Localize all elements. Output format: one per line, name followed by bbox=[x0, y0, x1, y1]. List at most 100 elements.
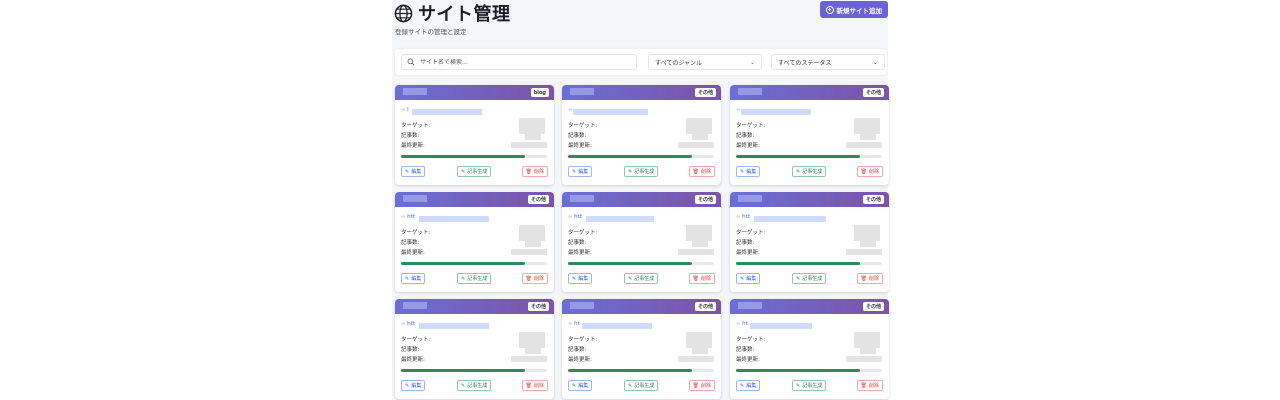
progress-bar bbox=[736, 369, 882, 372]
delete-button[interactable]: 🗑 削除 bbox=[856, 166, 883, 177]
last-updated-label: 最終更新: bbox=[568, 143, 592, 149]
generate-button-label: 記事生成 bbox=[467, 169, 488, 175]
edit-button[interactable]: ✎ 編集 bbox=[568, 273, 593, 284]
search-input[interactable] bbox=[420, 58, 620, 66]
delete-button[interactable]: 🗑 削除 bbox=[856, 273, 883, 284]
articles-label: 記事数: bbox=[401, 133, 420, 139]
delete-button[interactable]: 🗑 削除 bbox=[521, 380, 548, 391]
site-url[interactable]: ∞ htt bbox=[401, 321, 415, 327]
pencil-icon: ✎ bbox=[461, 168, 466, 175]
site-card: その他 ∞ ターゲット: 記事数: 最終更新: ✎ 編集 ✎ 記事生成 🗑 削除 bbox=[730, 85, 889, 185]
delete-button[interactable]: 🗑 削除 bbox=[521, 273, 548, 284]
site-url[interactable]: ∞ htt bbox=[736, 214, 750, 220]
target-label: ターゲット: bbox=[568, 337, 598, 343]
site-url-text: htt bbox=[407, 321, 415, 327]
articles-label: 記事数: bbox=[736, 240, 755, 246]
edit-button[interactable]: ✎ 編集 bbox=[736, 273, 761, 284]
articles-label: 記事数: bbox=[401, 240, 420, 246]
genre-select[interactable]: すべてのジャンル ⌄ bbox=[648, 54, 762, 70]
trash-icon: 🗑 bbox=[525, 275, 532, 282]
add-site-button[interactable]: 新規サイト追加 bbox=[819, 1, 888, 18]
edit-button[interactable]: ✎ 編集 bbox=[736, 380, 761, 391]
trash-icon: 🗑 bbox=[860, 275, 867, 282]
delete-button[interactable]: 🗑 削除 bbox=[688, 166, 715, 177]
site-card-header: その他 bbox=[562, 299, 721, 314]
progress-bar bbox=[568, 155, 714, 158]
delete-button[interactable]: 🗑 削除 bbox=[688, 273, 715, 284]
generate-button-label: 記事生成 bbox=[634, 169, 655, 175]
edit-button[interactable]: ✎ 編集 bbox=[568, 380, 593, 391]
site-name-redacted bbox=[570, 302, 594, 309]
edit-button-label: 編集 bbox=[578, 383, 589, 389]
target-label: ターゲット: bbox=[736, 230, 766, 236]
link-icon: ∞ bbox=[401, 214, 406, 220]
edit-button[interactable]: ✎ 編集 bbox=[401, 273, 426, 284]
progress-bar bbox=[736, 262, 882, 265]
site-card: その他 ∞ htt ターゲット: 記事数: 最終更新: ✎ 編集 ✎ 記事生成 bbox=[730, 192, 889, 292]
edit-button[interactable]: ✎ 編集 bbox=[568, 166, 593, 177]
pencil-icon: ✎ bbox=[461, 275, 466, 282]
link-icon: ∞ bbox=[736, 214, 741, 220]
delete-button-label: 削除 bbox=[533, 169, 544, 175]
site-card: その他 ∞ ht ターゲット: 記事数: 最終更新: ✎ 編集 ✎ 記事生成 🗑… bbox=[730, 299, 889, 399]
site-url[interactable]: ∞ ht bbox=[736, 321, 748, 327]
generate-article-button[interactable]: ✎ 記事生成 bbox=[624, 380, 659, 391]
link-icon: ∞ bbox=[568, 321, 573, 327]
status-select[interactable]: すべてのステータス ⌄ bbox=[771, 54, 885, 70]
articles-value-redacted bbox=[860, 345, 876, 354]
generate-article-button[interactable]: ✎ 記事生成 bbox=[457, 166, 492, 177]
site-name-redacted bbox=[738, 88, 762, 95]
genre-badge: その他 bbox=[527, 195, 549, 204]
generate-button-label: 記事生成 bbox=[802, 276, 823, 282]
articles-value-redacted bbox=[692, 345, 708, 354]
site-name-redacted bbox=[738, 195, 762, 202]
delete-button-label: 削除 bbox=[868, 169, 879, 175]
delete-button-label: 削除 bbox=[533, 276, 544, 282]
edit-button[interactable]: ✎ 編集 bbox=[401, 380, 426, 391]
delete-button[interactable]: 🗑 削除 bbox=[688, 380, 715, 391]
last-updated-value-redacted bbox=[846, 142, 882, 148]
site-url-text: ht bbox=[742, 321, 748, 327]
delete-button-label: 削除 bbox=[533, 383, 544, 389]
chevron-down-icon: ⌄ bbox=[749, 59, 755, 66]
trash-icon: 🗑 bbox=[525, 382, 532, 389]
delete-button-label: 削除 bbox=[868, 383, 879, 389]
last-updated-label: 最終更新: bbox=[401, 357, 425, 363]
delete-button[interactable]: 🗑 削除 bbox=[856, 380, 883, 391]
edit-button-label: 編集 bbox=[746, 276, 757, 282]
site-name-redacted bbox=[403, 302, 427, 309]
trash-icon: 🗑 bbox=[692, 382, 699, 389]
search-box[interactable] bbox=[401, 54, 637, 70]
generate-article-button[interactable]: ✎ 記事生成 bbox=[792, 273, 827, 284]
articles-value-redacted bbox=[860, 131, 876, 140]
generate-article-button[interactable]: ✎ 記事生成 bbox=[624, 273, 659, 284]
generate-article-button[interactable]: ✎ 記事生成 bbox=[624, 166, 659, 177]
articles-value-redacted bbox=[692, 131, 708, 140]
link-icon: ∞ bbox=[568, 214, 573, 220]
site-url[interactable]: ∞ ht bbox=[568, 321, 580, 327]
edit-button-label: 編集 bbox=[746, 169, 757, 175]
genre-badge: その他 bbox=[694, 88, 716, 97]
genre-select-value: すべてのジャンル bbox=[655, 59, 703, 67]
edit-button[interactable]: ✎ 編集 bbox=[736, 166, 761, 177]
last-updated-value-redacted bbox=[678, 356, 714, 362]
site-url[interactable]: ∞ l bbox=[401, 107, 409, 113]
generate-article-button[interactable]: ✎ 記事生成 bbox=[792, 380, 827, 391]
site-url[interactable]: ∞ htt bbox=[568, 214, 582, 220]
delete-button[interactable]: 🗑 削除 bbox=[521, 166, 548, 177]
generate-article-button[interactable]: ✎ 記事生成 bbox=[457, 273, 492, 284]
target-label: ターゲット: bbox=[568, 230, 598, 236]
site-url[interactable]: ∞ htt bbox=[401, 214, 415, 220]
pencil-icon: ✎ bbox=[740, 382, 745, 389]
link-icon: ∞ bbox=[736, 107, 741, 113]
articles-value-redacted bbox=[525, 131, 541, 140]
edit-button[interactable]: ✎ 編集 bbox=[401, 166, 426, 177]
edit-button-label: 編集 bbox=[411, 383, 422, 389]
generate-article-button[interactable]: ✎ 記事生成 bbox=[457, 380, 492, 391]
articles-label: 記事数: bbox=[736, 133, 755, 139]
last-updated-value-redacted bbox=[846, 356, 882, 362]
add-site-button-label: 新規サイト追加 bbox=[836, 6, 883, 15]
edit-button-label: 編集 bbox=[746, 383, 757, 389]
generate-article-button[interactable]: ✎ 記事生成 bbox=[792, 166, 827, 177]
genre-badge: その他 bbox=[862, 195, 884, 204]
